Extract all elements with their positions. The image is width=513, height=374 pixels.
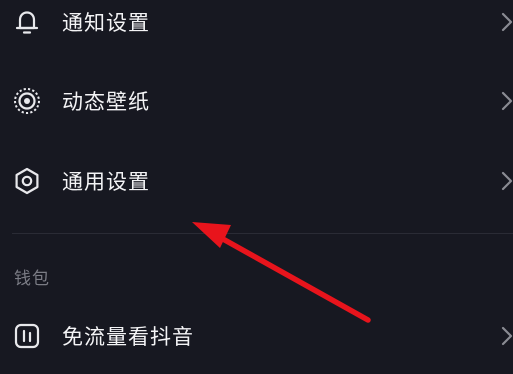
settings-item-label: 通用设置 — [62, 170, 150, 194]
chevron-right-icon — [501, 11, 513, 33]
wallet-item-label: 免流量看抖音 — [62, 325, 194, 349]
chevron-right-icon — [501, 325, 513, 347]
settings-item-general[interactable]: 通用设置 — [0, 151, 513, 211]
chevron-right-icon — [501, 90, 513, 112]
settings-item-notifications[interactable]: 通知设置 — [0, 0, 513, 52]
settings-item-label: 动态壁纸 — [62, 90, 150, 114]
live-wallpaper-icon — [12, 86, 42, 116]
section-divider — [12, 233, 513, 234]
data-free-icon — [12, 321, 42, 351]
bell-icon — [12, 7, 42, 37]
wallet-item-data-free[interactable]: 免流量看抖音 — [0, 306, 513, 366]
gear-icon — [12, 166, 42, 196]
chevron-right-icon — [501, 170, 513, 192]
settings-item-label: 通知设置 — [62, 11, 150, 35]
wallet-section-title: 钱包 — [14, 269, 50, 289]
settings-item-live-wallpaper[interactable]: 动态壁纸 — [0, 71, 513, 131]
